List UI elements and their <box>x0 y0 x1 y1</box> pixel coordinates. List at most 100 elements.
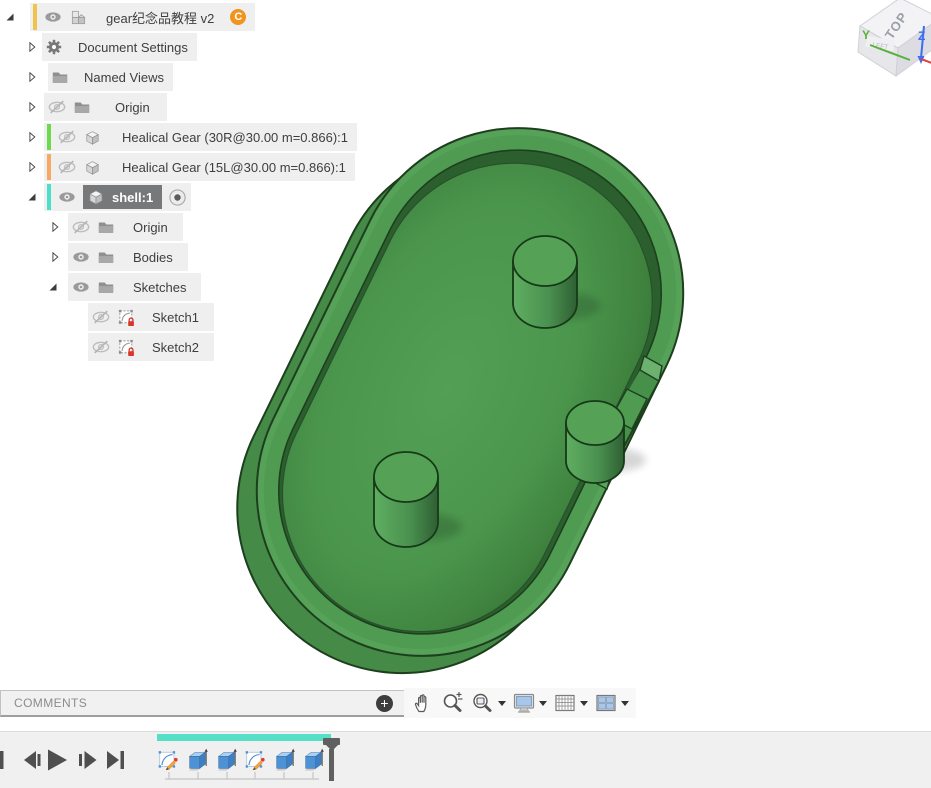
browser-row-shell-origin[interactable]: Origin <box>0 213 183 241</box>
tree-item-label: Sketch1 <box>152 310 199 325</box>
cloud-status-badge[interactable]: C <box>230 9 246 25</box>
gear-icon <box>45 38 63 56</box>
collapse-arrow-icon[interactable] <box>25 100 39 114</box>
timeline-ticks <box>157 769 337 781</box>
expand-arrow-icon[interactable] <box>3 10 17 24</box>
tree-item-label: Document Settings <box>78 40 188 55</box>
activate-radio-icon[interactable] <box>168 188 187 207</box>
collapse-arrow-icon[interactable] <box>25 160 39 174</box>
component-color-bar <box>47 184 51 210</box>
tree-item-label: Healical Gear (15L@30.00 m=0.866):1 <box>122 160 346 175</box>
component-color-bar <box>47 154 51 180</box>
collapse-arrow-icon[interactable] <box>48 250 62 264</box>
fusion360-window: TOP LEFT Y Z gear纪念品教程 v2 C Document Set… <box>0 0 931 788</box>
collapse-arrow-icon[interactable] <box>48 220 62 234</box>
display-settings-button[interactable] <box>509 691 550 715</box>
eye-off-icon[interactable] <box>71 218 91 236</box>
eye-icon[interactable] <box>57 188 77 206</box>
expand-arrow-icon[interactable] <box>25 190 39 204</box>
dropdown-caret-icon[interactable] <box>621 701 629 706</box>
collapse-arrow-icon[interactable] <box>25 130 39 144</box>
step-forward-icon <box>85 751 97 769</box>
grid-icon <box>553 691 577 715</box>
component-cube-icon <box>86 187 106 207</box>
folder-icon <box>97 278 115 296</box>
active-component-highlight: shell:1 <box>83 185 162 209</box>
eye-off-icon[interactable] <box>57 158 77 176</box>
browser-row-document-settings[interactable]: Document Settings <box>0 33 197 61</box>
timeline-playhead[interactable] <box>323 738 340 781</box>
dropdown-caret-icon[interactable] <box>498 701 506 706</box>
play-icon <box>48 750 67 771</box>
collapse-arrow-icon[interactable] <box>25 40 39 54</box>
viewports-button[interactable] <box>591 691 632 715</box>
step-back-icon <box>24 751 36 769</box>
timeline-bar <box>0 731 931 788</box>
comments-bar[interactable]: COMMENTS + <box>0 690 410 717</box>
browser-row-root[interactable]: gear纪念品教程 v2 C <box>0 3 255 31</box>
browser-row-sketch1[interactable]: Sketch1 <box>0 303 214 331</box>
axis-x-line <box>921 59 931 66</box>
sketch-locked-icon <box>117 338 136 357</box>
eye-off-icon[interactable] <box>47 98 67 116</box>
tree-item-label: shell:1 <box>112 190 153 205</box>
playhead-stem <box>329 749 334 781</box>
browser-row-named-views[interactable]: Named Views <box>0 63 173 91</box>
browser-row-origin[interactable]: Origin <box>0 93 167 121</box>
browser-row-shell[interactable]: shell:1 <box>0 183 191 211</box>
folder-icon <box>97 218 115 236</box>
browser-row-sketches[interactable]: Sketches <box>0 273 201 301</box>
comments-label: COMMENTS <box>14 696 87 710</box>
zoom-button[interactable] <box>438 691 468 715</box>
view-cube[interactable]: TOP LEFT Y Z <box>840 0 931 86</box>
tree-item-label: Origin <box>115 100 150 115</box>
fit-button[interactable] <box>468 691 509 715</box>
eye-off-icon[interactable] <box>91 308 111 326</box>
display-settings-icon <box>512 691 536 715</box>
eye-icon[interactable] <box>43 8 63 26</box>
browser-row-bodies[interactable]: Bodies <box>0 243 188 271</box>
folder-icon <box>97 248 115 266</box>
expand-arrow-icon[interactable] <box>46 280 60 294</box>
tree-item-label: Sketches <box>133 280 186 295</box>
boss-cylinder-left <box>374 452 438 547</box>
component-cube-icon <box>83 158 102 177</box>
eye-icon[interactable] <box>71 248 91 266</box>
navigation-toolbar <box>404 688 636 718</box>
tree-item-label: Healical Gear (30R@30.00 m=0.866):1 <box>122 130 348 145</box>
dropdown-caret-icon[interactable] <box>539 701 547 706</box>
tree-item-label: Named Views <box>84 70 164 85</box>
boss-cylinder-top <box>513 236 577 328</box>
playhead-handle[interactable] <box>323 738 340 745</box>
fit-magnifier-icon <box>471 691 495 715</box>
browser-row-gear-30r[interactable]: Healical Gear (30R@30.00 m=0.866):1 <box>0 123 357 151</box>
dropdown-caret-icon[interactable] <box>580 701 588 706</box>
axis-y-label: Y <box>862 28 870 42</box>
boss-cylinder-right <box>566 401 624 483</box>
eye-icon[interactable] <box>71 278 91 296</box>
timeline-group-bar[interactable] <box>157 734 331 741</box>
folder-icon <box>73 98 91 116</box>
browser-row-sketch2[interactable]: Sketch2 <box>0 333 214 361</box>
tree-item-label: Origin <box>133 220 168 235</box>
zoom-magnifier-icon <box>441 691 465 715</box>
document-title: gear纪念品教程 v2 <box>106 8 214 27</box>
document-icon <box>69 8 88 27</box>
grid-and-snaps-button[interactable] <box>550 691 591 715</box>
tree-item-label: Bodies <box>133 250 173 265</box>
sketch-locked-icon <box>117 308 136 327</box>
go-to-end-icon <box>107 751 119 769</box>
timeline-playback-controls[interactable] <box>0 746 140 776</box>
add-comment-button[interactable]: + <box>376 695 393 712</box>
collapse-arrow-icon[interactable] <box>25 70 39 84</box>
pan-button[interactable] <box>408 691 438 715</box>
browser-row-gear-15l[interactable]: Healical Gear (15L@30.00 m=0.866):1 <box>0 153 355 181</box>
eye-off-icon[interactable] <box>91 338 111 356</box>
go-to-start-icon <box>0 751 4 769</box>
tree-item-label: Sketch2 <box>152 340 199 355</box>
folder-icon <box>51 68 69 86</box>
pan-hand-icon <box>411 691 435 715</box>
component-cube-icon <box>83 128 102 147</box>
eye-off-icon[interactable] <box>57 128 77 146</box>
component-color-bar <box>47 124 51 150</box>
